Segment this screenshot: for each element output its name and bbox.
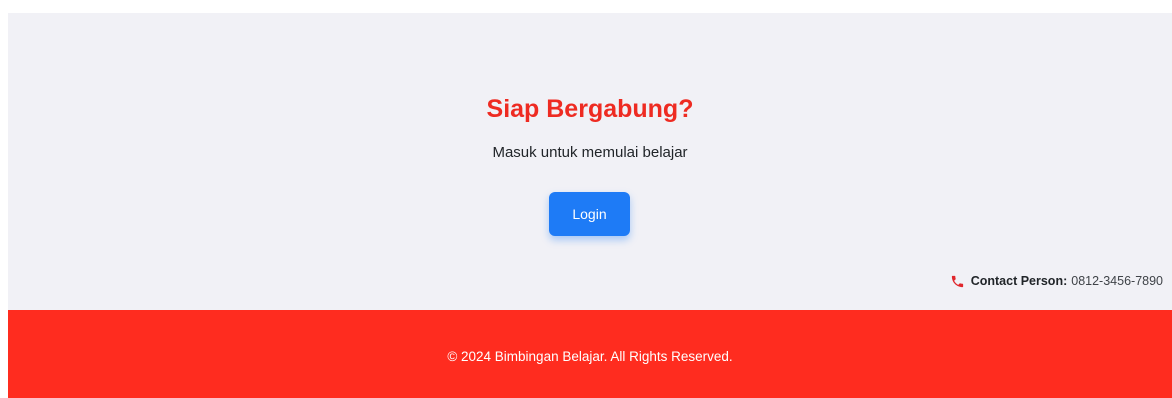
- cta-title: Siap Bergabung?: [486, 95, 694, 123]
- contact-phone-number: 0812-3456-7890: [1071, 274, 1163, 288]
- contact-person: Contact Person: 0812-3456-7890: [950, 271, 1163, 291]
- cta-subtitle: Masuk untuk memulai belajar: [492, 144, 688, 161]
- footer: © 2024 Bimbingan Belajar. All Rights Res…: [8, 310, 1172, 398]
- page-frame: Siap Bergabung? Masuk untuk memulai bela…: [8, 13, 1172, 398]
- footer-copyright: © 2024 Bimbingan Belajar. All Rights Res…: [447, 349, 733, 364]
- phone-icon: [950, 274, 965, 289]
- call-to-action-section: Siap Bergabung? Masuk untuk memulai bela…: [8, 13, 1172, 310]
- login-button[interactable]: Login: [549, 192, 630, 236]
- contact-label: Contact Person:: [970, 274, 1068, 288]
